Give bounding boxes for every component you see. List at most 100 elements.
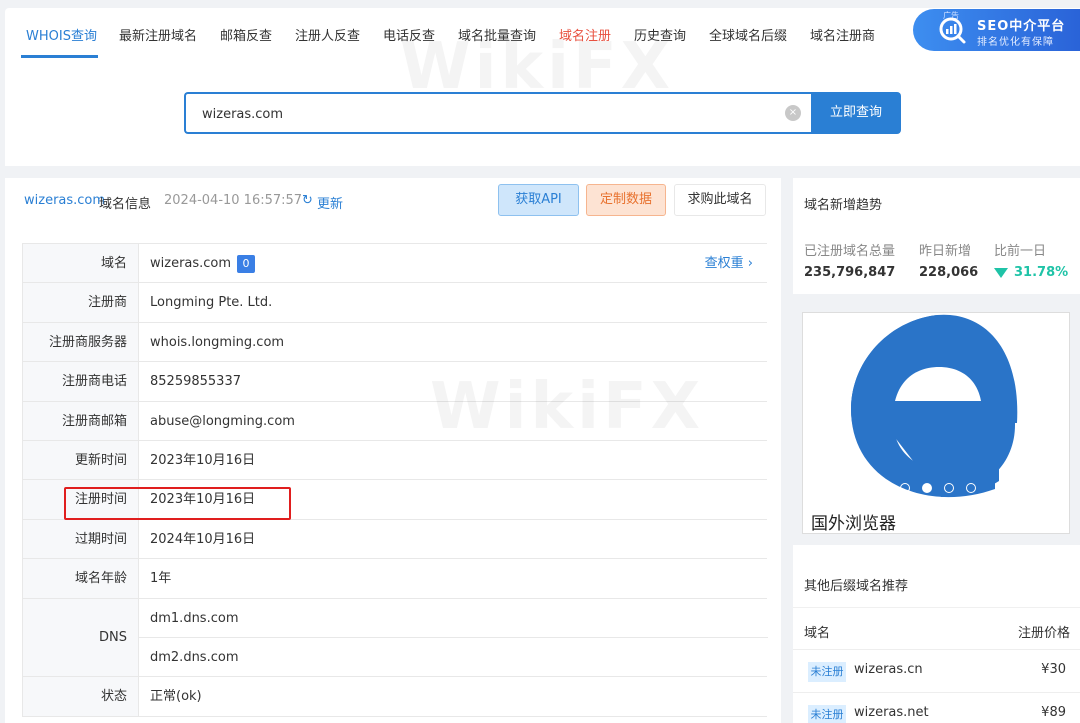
row-value: 2024年10月16日 [150,531,256,547]
dns-line: dm1.dns.com [139,599,768,638]
yesterday-value: 228,066 [919,265,979,280]
dns-value: dm2.dns.com [150,649,239,665]
row-value: 1年 [150,571,172,587]
nav-batch-query[interactable]: 域名批量查询 [458,25,536,44]
row-label: 注册商邮箱 [23,401,139,440]
nav-phone-reverse[interactable]: 电话反查 [383,25,435,44]
seo-subtitle: 排名优化有保障 [977,37,1054,48]
carousel-dot[interactable] [966,483,976,493]
nav-registrar[interactable]: 域名注册商 [810,25,875,44]
list-item[interactable]: 未注册 wizeras.net ¥89 [793,692,1080,723]
col-domain-header: 域名 [804,626,831,641]
row-label: 过期时间 [23,519,139,559]
suffix-price: ¥30 [1041,662,1066,677]
table-row: 注册商电话 85259855337 [23,362,767,402]
table-row: 注册商邮箱 abuse@longming.com [23,401,767,441]
table-row: 更新时间 2023年10月16日 [23,440,767,481]
table-row: 过期时间 2024年10月16日 [23,519,767,560]
carousel-dots [900,483,980,495]
unregistered-tag: 未注册 [808,662,846,682]
refresh-icon[interactable]: ↻ [302,193,313,208]
suffix-domain[interactable]: wizeras.net [854,705,929,720]
update-timestamp: 2024-04-10 16:57:57 [164,193,303,208]
suffix-price: ¥89 [1041,705,1066,720]
domain-count-badge: 0 [237,255,255,273]
row-label: 状态 [23,677,139,716]
custom-data-button[interactable]: 定制数据 [586,184,666,216]
domain-info-label: 域名信息 [99,197,152,212]
row-label: 更新时间 [23,440,139,480]
domain-info-panel: wizeras.com 域名信息 2024-04-10 16:57:57 ↻ 更… [5,178,781,723]
row-value: 2023年10月16日 [150,492,256,508]
list-item[interactable]: 未注册 wizeras.cn ¥30 [793,649,1080,692]
table-row: 状态 正常(ok) [23,677,767,717]
table-row: 域名年龄 1年 [23,559,767,599]
carousel-dot[interactable] [944,483,954,493]
search-button[interactable]: 立即查询 [811,92,901,134]
check-weight-label: 查权重 [704,256,744,271]
total-value: 235,796,847 [804,265,896,280]
seo-chart-icon [939,17,966,44]
check-weight-link[interactable]: 查权重 › [705,244,753,283]
row-value: 85259855337 [150,374,241,390]
search-panel: × 立即查询 [5,58,1080,166]
dns-value: dm1.dns.com [150,610,239,626]
row-value: Longming Pte. Ltd. [150,295,273,311]
row-value: whois.longming.com [150,334,285,350]
change-value: 31.78% [1014,265,1069,280]
dns-line: dm2.dns.com [139,638,768,677]
row-label: 注册商 [23,283,139,322]
total-label: 已注册域名总量 [804,244,896,259]
whois-table: 域名 wizeras.com 0 查权重 › 注册商 Longming Pte.… [22,243,768,717]
get-api-button[interactable]: 获取API [498,184,579,216]
suffix-recommend-panel: 其他后缀域名推荐 域名 注册价格 未注册 wizeras.cn ¥30 未注册 … [793,545,1080,723]
edge-browser-logo [851,314,1018,498]
nav-whois-query[interactable]: WHOIS查询 [26,25,97,44]
row-value: 2023年10月16日 [150,452,256,468]
carousel-dot[interactable] [900,483,910,493]
change-label: 比前一日 [994,244,1047,259]
row-label: 域名 [23,244,139,283]
refresh-link[interactable]: 更新 [317,193,343,212]
buy-domain-button[interactable]: 求购此域名 [674,184,766,216]
trend-title: 域名新增趋势 [804,198,883,213]
seo-title: SEO中介平台 [977,19,1066,34]
yesterday-label: 昨日新增 [919,244,972,259]
dns-row: DNS dm1.dns.com dm2.dns.com [23,598,768,678]
search-box: × [184,92,811,134]
table-row: 注册商 Longming Pte. Ltd. [23,283,767,323]
row-label: 域名年龄 [23,559,139,598]
domain-link[interactable]: wizeras.com [24,193,105,208]
row-value: abuse@longming.com [150,413,295,429]
domain-value: wizeras.com [150,256,232,271]
seo-ad-badge[interactable]: 广告 SEO中介平台 排名优化有保障 [913,9,1080,51]
row-label: 注册商服务器 [23,322,139,362]
domain-trend-panel: 域名新增趋势 已注册域名总量 昨日新增 比前一日 235,796,847 228… [793,178,1080,294]
info-header: wizeras.com 域名信息 2024-04-10 16:57:57 ↻ 更… [5,178,781,224]
table-row: 域名 wizeras.com 0 查权重 › [23,244,767,284]
banner-caption: 国外浏览器 [811,514,896,534]
table-row: 注册商服务器 whois.longming.com [23,322,767,363]
nav-email-reverse[interactable]: 邮箱反查 [220,25,272,44]
suffix-domain[interactable]: wizeras.cn [854,662,923,677]
table-row: 注册时间 2023年10月16日 [23,480,767,520]
unregistered-tag: 未注册 [808,705,846,723]
suffix-header: 域名 注册价格 [793,607,1080,651]
row-label: 注册商电话 [23,362,139,401]
nav-registrant-reverse[interactable]: 注册人反查 [295,25,360,44]
col-price-header: 注册价格 [1017,626,1070,641]
browser-ad-banner[interactable]: 国外浏览器 [802,312,1070,534]
row-label: 注册时间 [23,480,139,519]
row-value: 正常(ok) [150,689,202,705]
nav-global-suffix[interactable]: 全球域名后缀 [709,25,787,44]
row-label: DNS [23,598,139,677]
triangle-down-icon [994,268,1008,278]
chevron-right-icon: › [747,256,753,271]
carousel-dot[interactable] [922,483,932,493]
nav-latest-domains[interactable]: 最新注册域名 [119,25,197,44]
suffix-title: 其他后缀域名推荐 [804,579,909,594]
clear-icon[interactable]: × [785,105,801,121]
nav-history-query[interactable]: 历史查询 [634,25,686,44]
nav-domain-register[interactable]: 域名注册 [559,25,611,44]
search-input[interactable] [202,103,762,125]
